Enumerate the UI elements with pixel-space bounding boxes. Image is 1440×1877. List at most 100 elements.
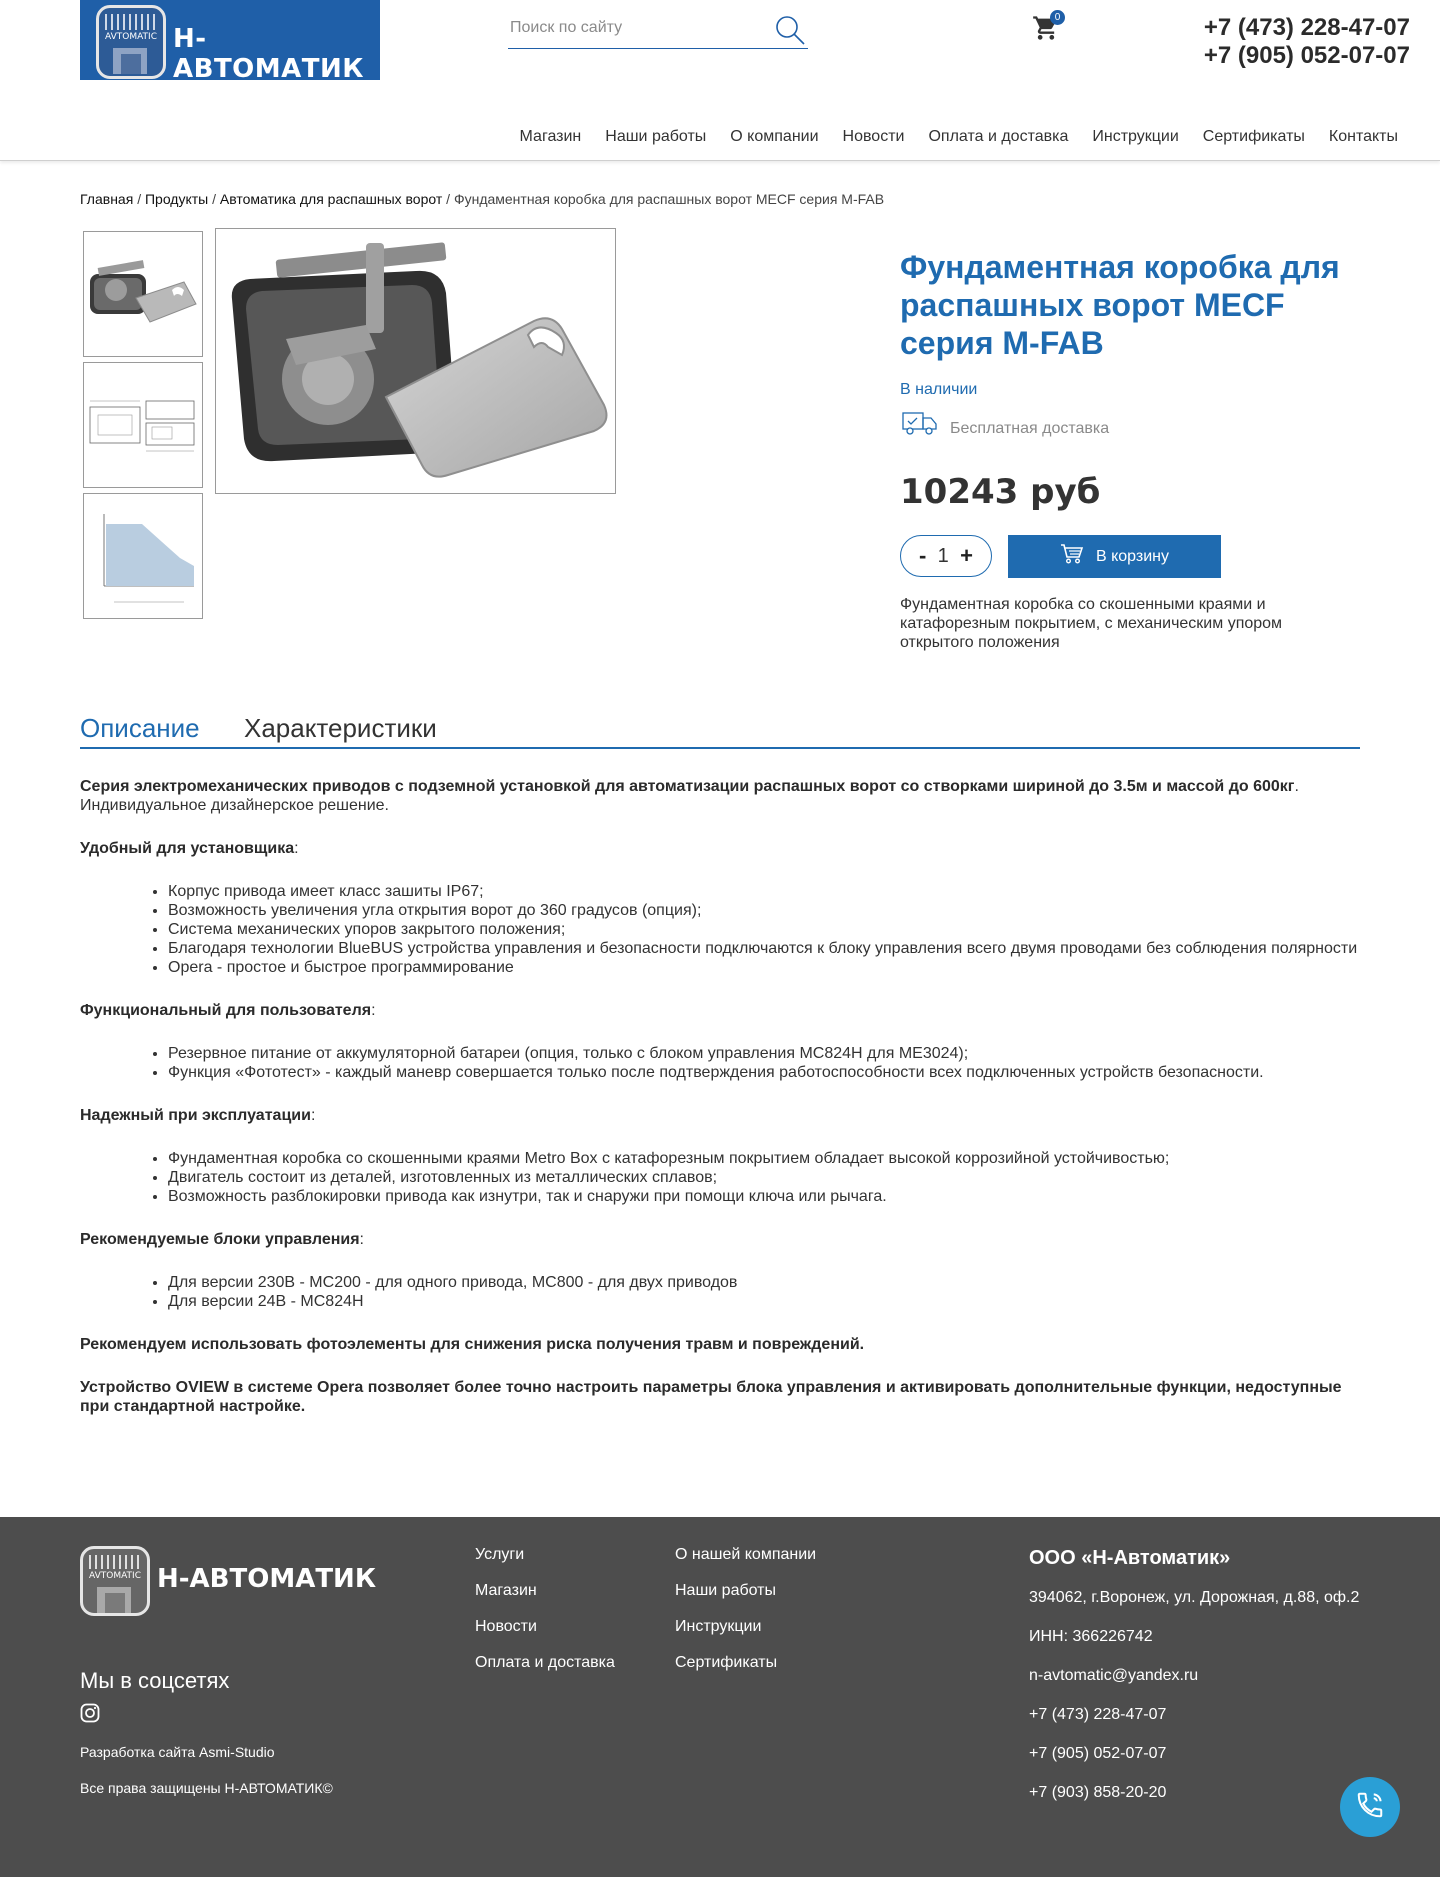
note-oview-text: Устройство OVIEW в системе Opera позволя… [80,1379,1342,1415]
company-name: ООО «Н-Автоматик» [1029,1547,1231,1569]
add-to-cart-label: В корзину [1095,547,1170,565]
instagram-icon[interactable] [80,1703,100,1723]
copyright: Все права защищены Н-АВТОМАТИК© [80,1780,333,1796]
header-phones: +7 (473) 228-47-07 +7 (905) 052-07-07 [1204,14,1410,70]
stock-status: В наличии [900,381,978,398]
search-input[interactable] [508,18,762,38]
footer-link-news[interactable]: Новости [475,1617,615,1636]
description-note-oview: Устройство OVIEW в системе Opera позволя… [80,1378,1370,1416]
footer-links-col-1: Услуги Магазин Новости Оплата и доставка [475,1545,615,1689]
site-logo[interactable]: AVTOMATIC Н-АВТОМАТИК [80,0,380,84]
company-inn: ИНН: 366226742 [1029,1628,1153,1645]
tab-description[interactable]: Описание [80,713,200,744]
search-bar [508,12,808,49]
breadcrumb-home[interactable]: Главная [80,191,133,207]
product-tabs: Описание Характеристики [80,713,1360,749]
delivery-text: Бесплатная доставка [950,420,1110,437]
section-heading-installer: Удобный для установщика [80,840,295,857]
list-item: Двигатель состоит из деталей, изготовлен… [168,1168,1370,1187]
search-icon[interactable] [774,14,806,46]
company-phone-2[interactable]: +7 (905) 052-07-07 [1029,1744,1359,1763]
nav-item-about[interactable]: О компании [718,128,830,146]
nav-item-certificates[interactable]: Сертификаты [1191,128,1317,146]
nav-item-payment[interactable]: Оплата и доставка [916,128,1080,146]
list-item: Возможность разблокировки привода как из… [168,1187,1370,1206]
cart-button[interactable]: 0 [1032,10,1065,46]
drawing-thumbnail-image [84,363,202,487]
breadcrumb-separator: / [212,191,217,207]
description-intro: Серия электромеханических приводов с под… [80,777,1370,815]
breadcrumb-category[interactable]: Автоматика для распашных ворот [220,191,442,207]
product-main-image[interactable] [215,228,616,494]
footer-link-about[interactable]: О нашей компании [675,1545,816,1564]
footer-link-services[interactable]: Услуги [475,1545,615,1564]
section-list: Резервное питание от аккумуляторной бата… [80,1044,1370,1082]
developer-credit[interactable]: Разработка сайта Asmi-Studio [80,1744,275,1760]
product-description: Серия электромеханических приводов с под… [80,777,1370,1440]
section-heading: Функциональный для пользователя: [80,1002,376,1019]
list-item: Для версии 230В - MC200 - для одного при… [168,1273,1370,1292]
cart-icon [1060,543,1084,570]
breadcrumb-products[interactable]: Продукты [145,191,208,207]
logo-badge-text: AVTOMATIC [105,32,157,42]
footer-link-instructions[interactable]: Инструкции [675,1617,816,1636]
company-phone-3[interactable]: +7 (903) 858-20-20 [1029,1783,1359,1802]
section-heading-controllers: Рекомендуемые блоки управления [80,1231,360,1248]
box-photo-thumbnail-image [84,232,202,356]
phone-call-icon [1355,1790,1385,1825]
footer-link-works[interactable]: Наши работы [675,1581,816,1600]
section-heading-user: Функциональный для пользователя [80,1002,372,1019]
header-phone-2[interactable]: +7 (905) 052-07-07 [1204,42,1410,70]
list-item: Возможность увеличения угла открытия вор… [168,901,1370,920]
callback-button[interactable] [1340,1777,1400,1837]
gallery-thumbnail-drawing[interactable] [83,362,203,488]
tab-characteristics[interactable]: Характеристики [244,713,437,744]
nav-item-shop[interactable]: Магазин [508,128,594,146]
section-heading: Рекомендуемые блоки управления: [80,1231,364,1248]
list-item: Фундаментная коробка со скошенными краям… [168,1149,1370,1168]
quantity-increase-button[interactable]: + [960,543,973,569]
footer-link-shop[interactable]: Магазин [475,1581,615,1600]
footer-link-payment[interactable]: Оплата и доставка [475,1653,615,1672]
section-list: Для версии 230В - MC200 - для одного при… [80,1273,1370,1311]
chart-thumbnail-image [84,494,202,618]
company-phone-1[interactable]: +7 (473) 228-47-07 [1029,1705,1359,1724]
site-header: AVTOMATIC Н-АВТОМАТИК 0 +7 (473) 228-47-… [0,0,1440,161]
nav-item-instructions[interactable]: Инструкции [1080,128,1190,146]
product-photo-image [216,229,615,493]
footer-logo[interactable]: AVTOMATIC Н-АВТОМАТИК [80,1546,376,1618]
footer-link-certificates[interactable]: Сертификаты [675,1653,816,1672]
list-item: Система механических упоров закрытого по… [168,920,1370,939]
logo-badge-icon: AVTOMATIC [96,5,166,79]
footer-logo-badge-text: AVTOMATIC [89,1571,141,1581]
delivery-truck-icon [900,410,938,438]
section-list: Корпус привода имеет класс зашиты IP67; … [80,882,1370,977]
logo-text: Н-АВТОМАТИК [173,24,365,84]
nav-item-works[interactable]: Наши работы [593,128,718,146]
cart-icon [1032,16,1060,46]
quantity-decrease-button[interactable]: - [919,543,926,569]
section-heading: Удобный для установщика: [80,840,299,857]
main-navigation: Магазин Наши работы О компании Новости О… [508,128,1410,146]
product-price: 10243 руб [900,472,1101,512]
breadcrumb: Главная / Продукты / Автоматика для расп… [80,191,884,207]
footer-logo-text: Н-АВТОМАТИК [157,1564,377,1594]
gallery-thumbnail-photo[interactable] [83,231,203,357]
nav-item-contacts[interactable]: Контакты [1317,128,1410,146]
nav-item-news[interactable]: Новости [831,128,917,146]
list-item: Для версии 24В - MC824H [168,1292,1370,1311]
list-item: Резервное питание от аккумуляторной бата… [168,1044,1370,1063]
breadcrumb-separator: / [446,191,451,207]
social-title: Мы в соцсетях [80,1668,230,1693]
company-email[interactable]: n-avtomatic@yandex.ru [1029,1666,1359,1685]
note-photocells-text: Рекомендуем использовать фотоэлементы дл… [80,1336,865,1353]
add-to-cart-button[interactable]: В корзину [1008,535,1221,578]
section-list: Фундаментная коробка со скошенными краям… [80,1149,1370,1206]
company-address: 394062, г.Воронеж, ул. Дорожная, д.88, о… [1029,1589,1360,1606]
site-footer: AVTOMATIC Н-АВТОМАТИК Мы в соцсетях Разр… [0,1517,1440,1877]
list-item: Функция «Фототест» - каждый маневр совер… [168,1063,1370,1082]
company-info: ООО «Н-Автоматик» 394062, г.Воронеж, ул.… [1029,1547,1359,1822]
header-phone-1[interactable]: +7 (473) 228-47-07 [1204,14,1410,42]
quantity-value[interactable]: 1 [938,545,949,568]
gallery-thumbnail-chart[interactable] [83,493,203,619]
